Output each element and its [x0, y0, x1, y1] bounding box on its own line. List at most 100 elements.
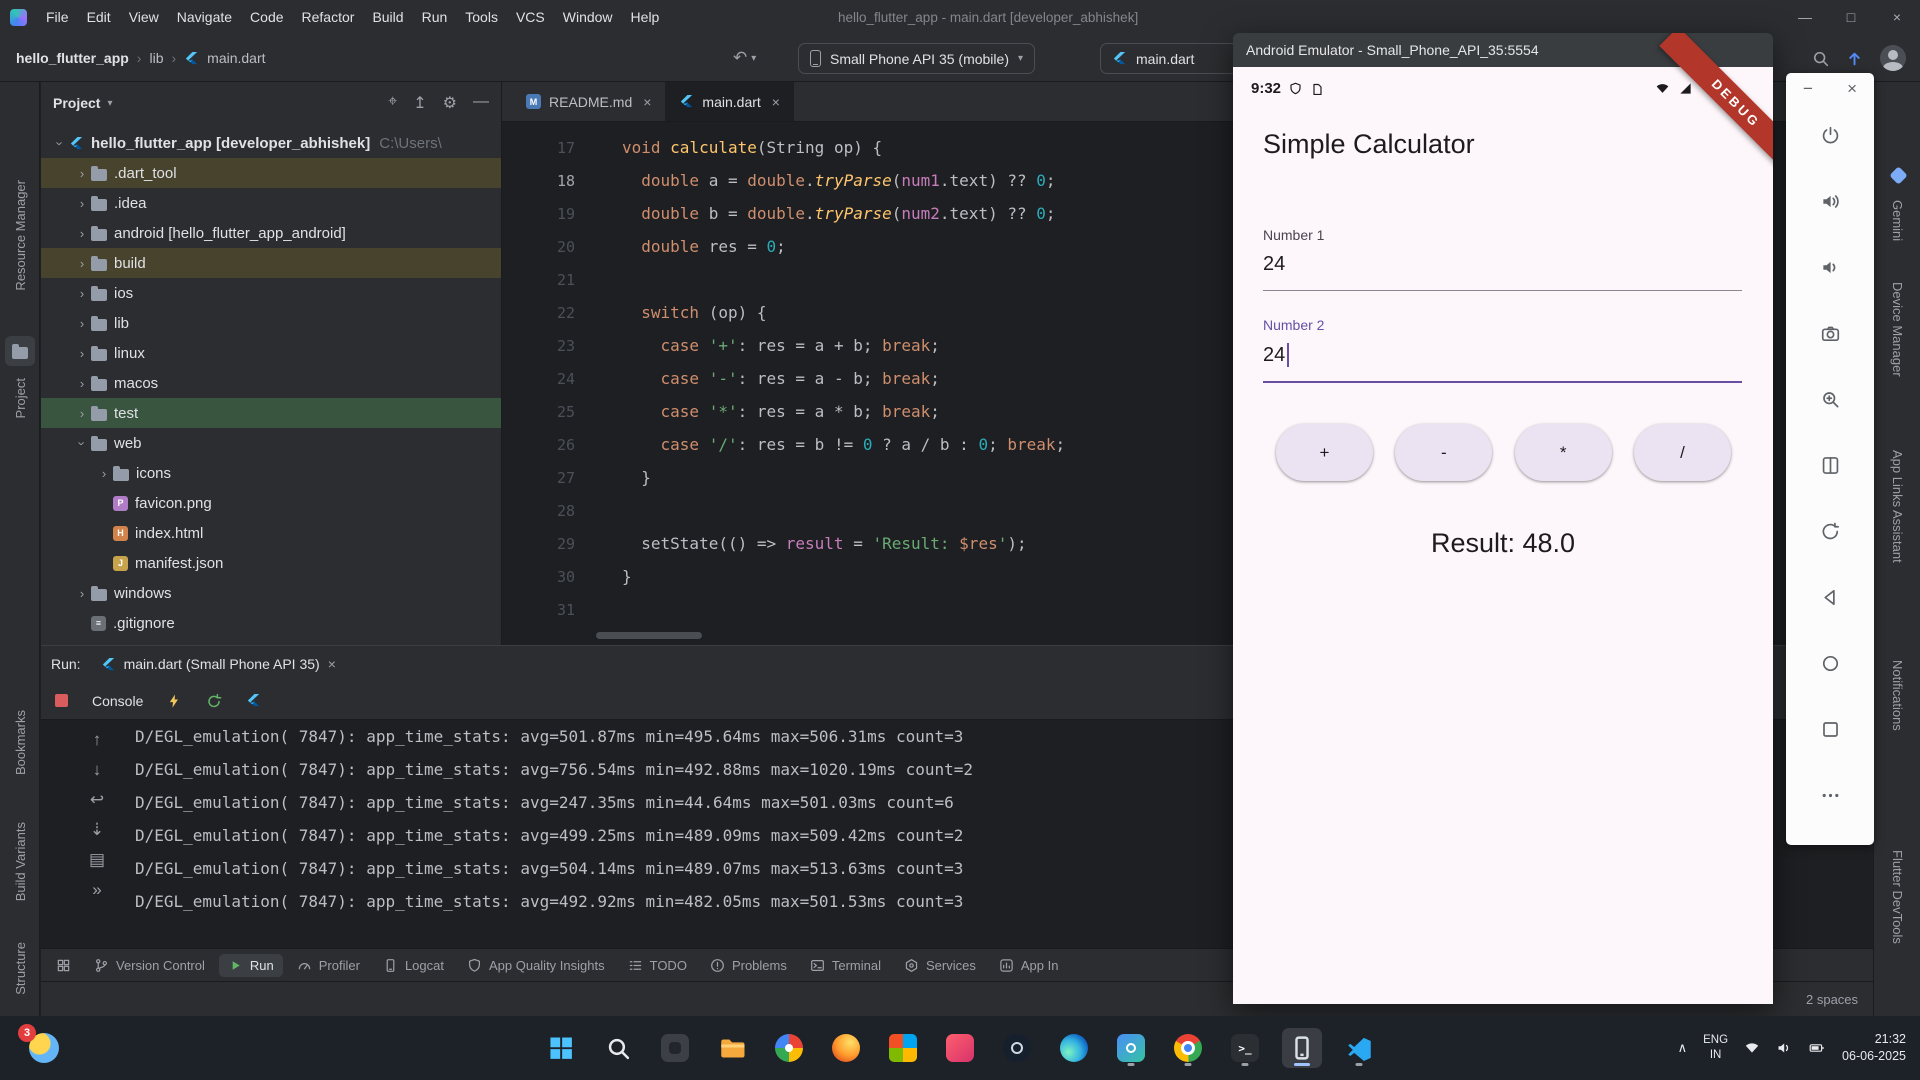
- update-icon[interactable]: [1846, 50, 1863, 67]
- chevron-right-icon[interactable]: ›: [73, 226, 91, 241]
- chevron-right-icon[interactable]: ›: [73, 406, 91, 421]
- tab-readme.md[interactable]: MREADME.md×: [512, 82, 665, 121]
- previous-occurrence-icon[interactable]: ↑: [93, 730, 102, 750]
- taskbar-firefox-icon[interactable]: [826, 1028, 866, 1068]
- tree-item[interactable]: ≡.gitignore: [41, 608, 501, 638]
- more-icon[interactable]: [1808, 773, 1852, 817]
- emulator-screen[interactable]: 9:32 DEBUG Simple Calculator Number 124N…: [1233, 67, 1773, 1004]
- input-field-number-2[interactable]: Number 224: [1263, 317, 1742, 383]
- tool-window-button-problems[interactable]: Problems: [701, 954, 796, 977]
- tree-item[interactable]: Pfavicon.png: [41, 488, 501, 518]
- camera-icon[interactable]: [1808, 311, 1852, 355]
- breadcrumb-item[interactable]: hello_flutter_app: [16, 50, 129, 66]
- breadcrumb-item[interactable]: main.dart: [207, 50, 265, 66]
- chevron-right-icon[interactable]: ›: [73, 256, 91, 271]
- chevron-down-icon[interactable]: ▾: [751, 53, 756, 64]
- tool-windows[interactable]: [47, 954, 80, 977]
- tool-window-button-profiler[interactable]: Profiler: [288, 954, 369, 977]
- fold-icon[interactable]: [1808, 443, 1852, 487]
- power-icon[interactable]: [1808, 113, 1852, 157]
- tree-item[interactable]: ›.idea: [41, 188, 501, 218]
- tree-item[interactable]: ›ios: [41, 278, 501, 308]
- indent-info[interactable]: 2 spaces: [1806, 982, 1858, 1017]
- emulator-minimize-button[interactable]: −: [1803, 79, 1813, 99]
- menu-refactor[interactable]: Refactor: [293, 0, 364, 34]
- stop-button[interactable]: [55, 694, 68, 707]
- tool-window-button-services[interactable]: Services: [895, 954, 985, 977]
- taskbar-photos-icon[interactable]: [769, 1028, 809, 1068]
- tool-window-button-run[interactable]: Run: [219, 954, 283, 977]
- gear-icon[interactable]: ⚙: [443, 93, 457, 113]
- close-icon[interactable]: ×: [643, 94, 651, 110]
- taskbar-edge-icon[interactable]: [1054, 1028, 1094, 1068]
- chevron-down-icon[interactable]: ›: [53, 134, 68, 152]
- clock[interactable]: 21:32 06-06-2025: [1842, 1031, 1906, 1065]
- chevron-down-icon[interactable]: ›: [75, 434, 90, 452]
- project-tool-icon[interactable]: [5, 336, 35, 366]
- taskbar-search-icon[interactable]: [598, 1028, 638, 1068]
- tree-item[interactable]: ›linux: [41, 338, 501, 368]
- taskbar-mail-icon[interactable]: [940, 1028, 980, 1068]
- more-icon[interactable]: »: [92, 880, 101, 900]
- menu-help[interactable]: Help: [622, 0, 669, 34]
- device-selector[interactable]: Small Phone API 35 (mobile) ▾: [798, 43, 1035, 74]
- language-indicator[interactable]: ENG IN: [1703, 1033, 1728, 1063]
- menu-edit[interactable]: Edit: [78, 0, 120, 34]
- tool-window-button-terminal[interactable]: Terminal: [801, 954, 890, 977]
- widgets-button[interactable]: 3: [22, 1028, 66, 1068]
- wifi-icon[interactable]: [1744, 1040, 1760, 1056]
- calculator-button-subtract[interactable]: -: [1395, 424, 1492, 481]
- run-tab[interactable]: main.dart (Small Phone API 35) ×: [93, 646, 344, 682]
- tool-window-button-version-control[interactable]: Version Control: [85, 954, 214, 977]
- undo-icon[interactable]: ↶: [733, 48, 747, 68]
- input-field-number-1[interactable]: Number 124: [1263, 227, 1742, 291]
- stripe-item-build-variants[interactable]: Build Variants: [0, 822, 40, 901]
- collapse-all-icon[interactable]: ↥: [413, 93, 426, 113]
- tree-item[interactable]: ›lib: [41, 308, 501, 338]
- chevron-right-icon[interactable]: ›: [73, 286, 91, 301]
- tool-window-button-app-quality-insights[interactable]: App Quality Insights: [458, 954, 614, 977]
- search-icon[interactable]: [1812, 50, 1829, 67]
- stripe-item-device-manager[interactable]: Device Manager: [1874, 282, 1920, 377]
- battery-icon[interactable]: [1808, 1040, 1826, 1056]
- close-icon[interactable]: ×: [328, 656, 336, 672]
- project-panel-title[interactable]: Project: [53, 95, 100, 111]
- locate-file-icon[interactable]: ⌖: [388, 93, 397, 113]
- stripe-item-project[interactable]: Project: [0, 378, 40, 418]
- tab-main.dart[interactable]: main.dart×: [665, 82, 794, 121]
- taskbar-chrome-icon[interactable]: [1168, 1028, 1208, 1068]
- user-avatar[interactable]: [1880, 45, 1906, 71]
- chevron-right-icon[interactable]: ›: [73, 346, 91, 361]
- rotate-icon[interactable]: [1808, 509, 1852, 553]
- hide-panel-icon[interactable]: —: [473, 93, 489, 113]
- emulator-close-button[interactable]: ×: [1847, 79, 1857, 99]
- menu-vcs[interactable]: VCS: [507, 0, 554, 34]
- taskbar-android-studio-icon[interactable]: [1111, 1028, 1151, 1068]
- console-tab[interactable]: Console: [92, 693, 143, 709]
- hot-reload-icon[interactable]: [167, 693, 182, 709]
- volume-down-icon[interactable]: [1808, 245, 1852, 289]
- menu-code[interactable]: Code: [241, 0, 292, 34]
- zoom-in-icon[interactable]: [1808, 377, 1852, 421]
- menu-run[interactable]: Run: [413, 0, 457, 34]
- volume-up-icon[interactable]: [1808, 179, 1852, 223]
- home-icon[interactable]: [1808, 641, 1852, 685]
- tree-item[interactable]: ›build: [41, 248, 501, 278]
- stripe-item-bookmarks[interactable]: Bookmarks: [0, 710, 40, 775]
- stripe-item-structure[interactable]: Structure: [0, 942, 40, 995]
- volume-icon[interactable]: [1776, 1040, 1792, 1056]
- chevron-right-icon[interactable]: ›: [73, 376, 91, 391]
- calculator-button-add[interactable]: +: [1276, 424, 1373, 481]
- scroll-to-end-icon[interactable]: ⇣: [90, 820, 104, 840]
- calculator-button-multiply[interactable]: *: [1515, 424, 1612, 481]
- print-icon[interactable]: ▤: [89, 850, 105, 870]
- stripe-item-notifications[interactable]: Notifications: [1874, 660, 1920, 731]
- taskbar-steam-icon[interactable]: [997, 1028, 1037, 1068]
- taskbar-pinned-app-icon[interactable]: [655, 1028, 695, 1068]
- tree-item[interactable]: ›test: [41, 398, 501, 428]
- chevron-right-icon[interactable]: ›: [95, 466, 113, 481]
- chevron-down-icon[interactable]: ▾: [107, 98, 112, 109]
- close-icon[interactable]: ×: [772, 94, 780, 110]
- hidden-icons-button[interactable]: ∧: [1678, 1040, 1688, 1056]
- window-maximize-button[interactable]: □: [1828, 0, 1874, 34]
